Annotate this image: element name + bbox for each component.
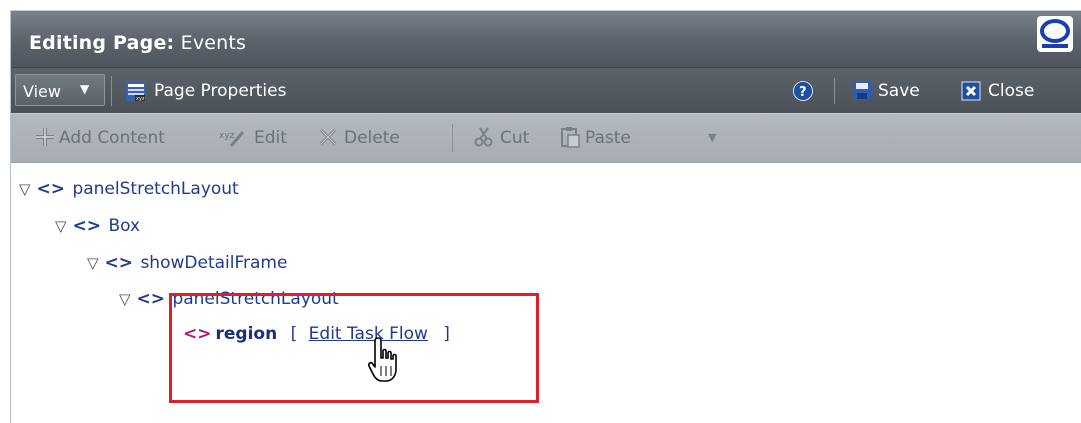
- edit-button[interactable]: Edit: [254, 128, 287, 148]
- page-properties-icon: xyz: [126, 81, 146, 102]
- paste-button[interactable]: Paste: [585, 128, 631, 148]
- tree-node-label[interactable]: showDetailFrame: [140, 253, 287, 273]
- component-tag-icon: <>: [36, 179, 66, 199]
- component-tag-icon: <>: [104, 253, 134, 273]
- toolbar-divider: [452, 124, 453, 152]
- help-icon[interactable]: ?: [793, 81, 813, 101]
- tree-node-label[interactable]: panelStretchLayout: [72, 179, 238, 199]
- highlight-box: [169, 293, 539, 403]
- toolbar-divider: [834, 78, 835, 104]
- tree-node[interactable]: ▽ <> Box: [55, 216, 140, 236]
- delete-button[interactable]: Delete: [344, 128, 400, 148]
- page-properties-button[interactable]: Page Properties: [154, 81, 286, 101]
- expand-triangle-icon[interactable]: ▽: [87, 254, 99, 272]
- add-content-icon: [36, 128, 54, 146]
- save-button[interactable]: Save: [878, 81, 920, 101]
- component-tag-icon: <>: [136, 289, 166, 309]
- expand-triangle-icon[interactable]: ▽: [55, 217, 67, 235]
- tree-node-label[interactable]: Box: [108, 216, 140, 236]
- chevron-down-icon: ▼: [80, 82, 90, 96]
- expand-triangle-icon[interactable]: ▽: [119, 290, 131, 308]
- toolbar-divider: [111, 76, 112, 106]
- scissors-icon: [474, 127, 493, 147]
- view-label: View: [23, 82, 61, 101]
- page-name: Events: [180, 32, 247, 54]
- tree-node[interactable]: ▽ <> panelStretchLayout: [19, 179, 239, 199]
- svg-text:xyz: xyz: [136, 96, 145, 102]
- title-bar: Editing Page: Events: [11, 11, 1081, 67]
- page-editor-window: Editing Page: Events View ▼ xyz Page Pro…: [10, 10, 1081, 423]
- save-icon: [853, 82, 871, 100]
- close-button[interactable]: Close: [988, 81, 1034, 101]
- view-menu-button[interactable]: View ▼: [15, 74, 105, 106]
- edit-icon: xyz: [219, 131, 245, 147]
- clipboard-icon: [561, 127, 580, 148]
- oracle-logo-icon: [1037, 16, 1073, 52]
- svg-text:?: ?: [799, 85, 807, 100]
- add-content-button[interactable]: Add Content: [59, 128, 165, 148]
- delete-icon: [319, 128, 337, 146]
- page-toolbar: View ▼ xyz Page Properties ? Save Close: [11, 67, 1081, 114]
- chevron-down-icon[interactable]: ▼: [708, 131, 716, 144]
- page-title: Editing Page: Events: [29, 32, 246, 54]
- title-prefix: Editing Page:: [29, 32, 175, 54]
- hand-pointer-cursor-icon: [367, 337, 397, 382]
- expand-triangle-icon[interactable]: ▽: [19, 180, 31, 198]
- close-icon: [961, 81, 981, 101]
- edit-toolbar: Add Content xyz Edit Delete Cut Paste ▼: [11, 113, 1081, 163]
- cut-button[interactable]: Cut: [500, 128, 529, 148]
- tree-node[interactable]: ▽ <> showDetailFrame: [87, 253, 287, 273]
- component-tag-icon: <>: [72, 216, 102, 236]
- svg-text:xyz: xyz: [219, 131, 235, 141]
